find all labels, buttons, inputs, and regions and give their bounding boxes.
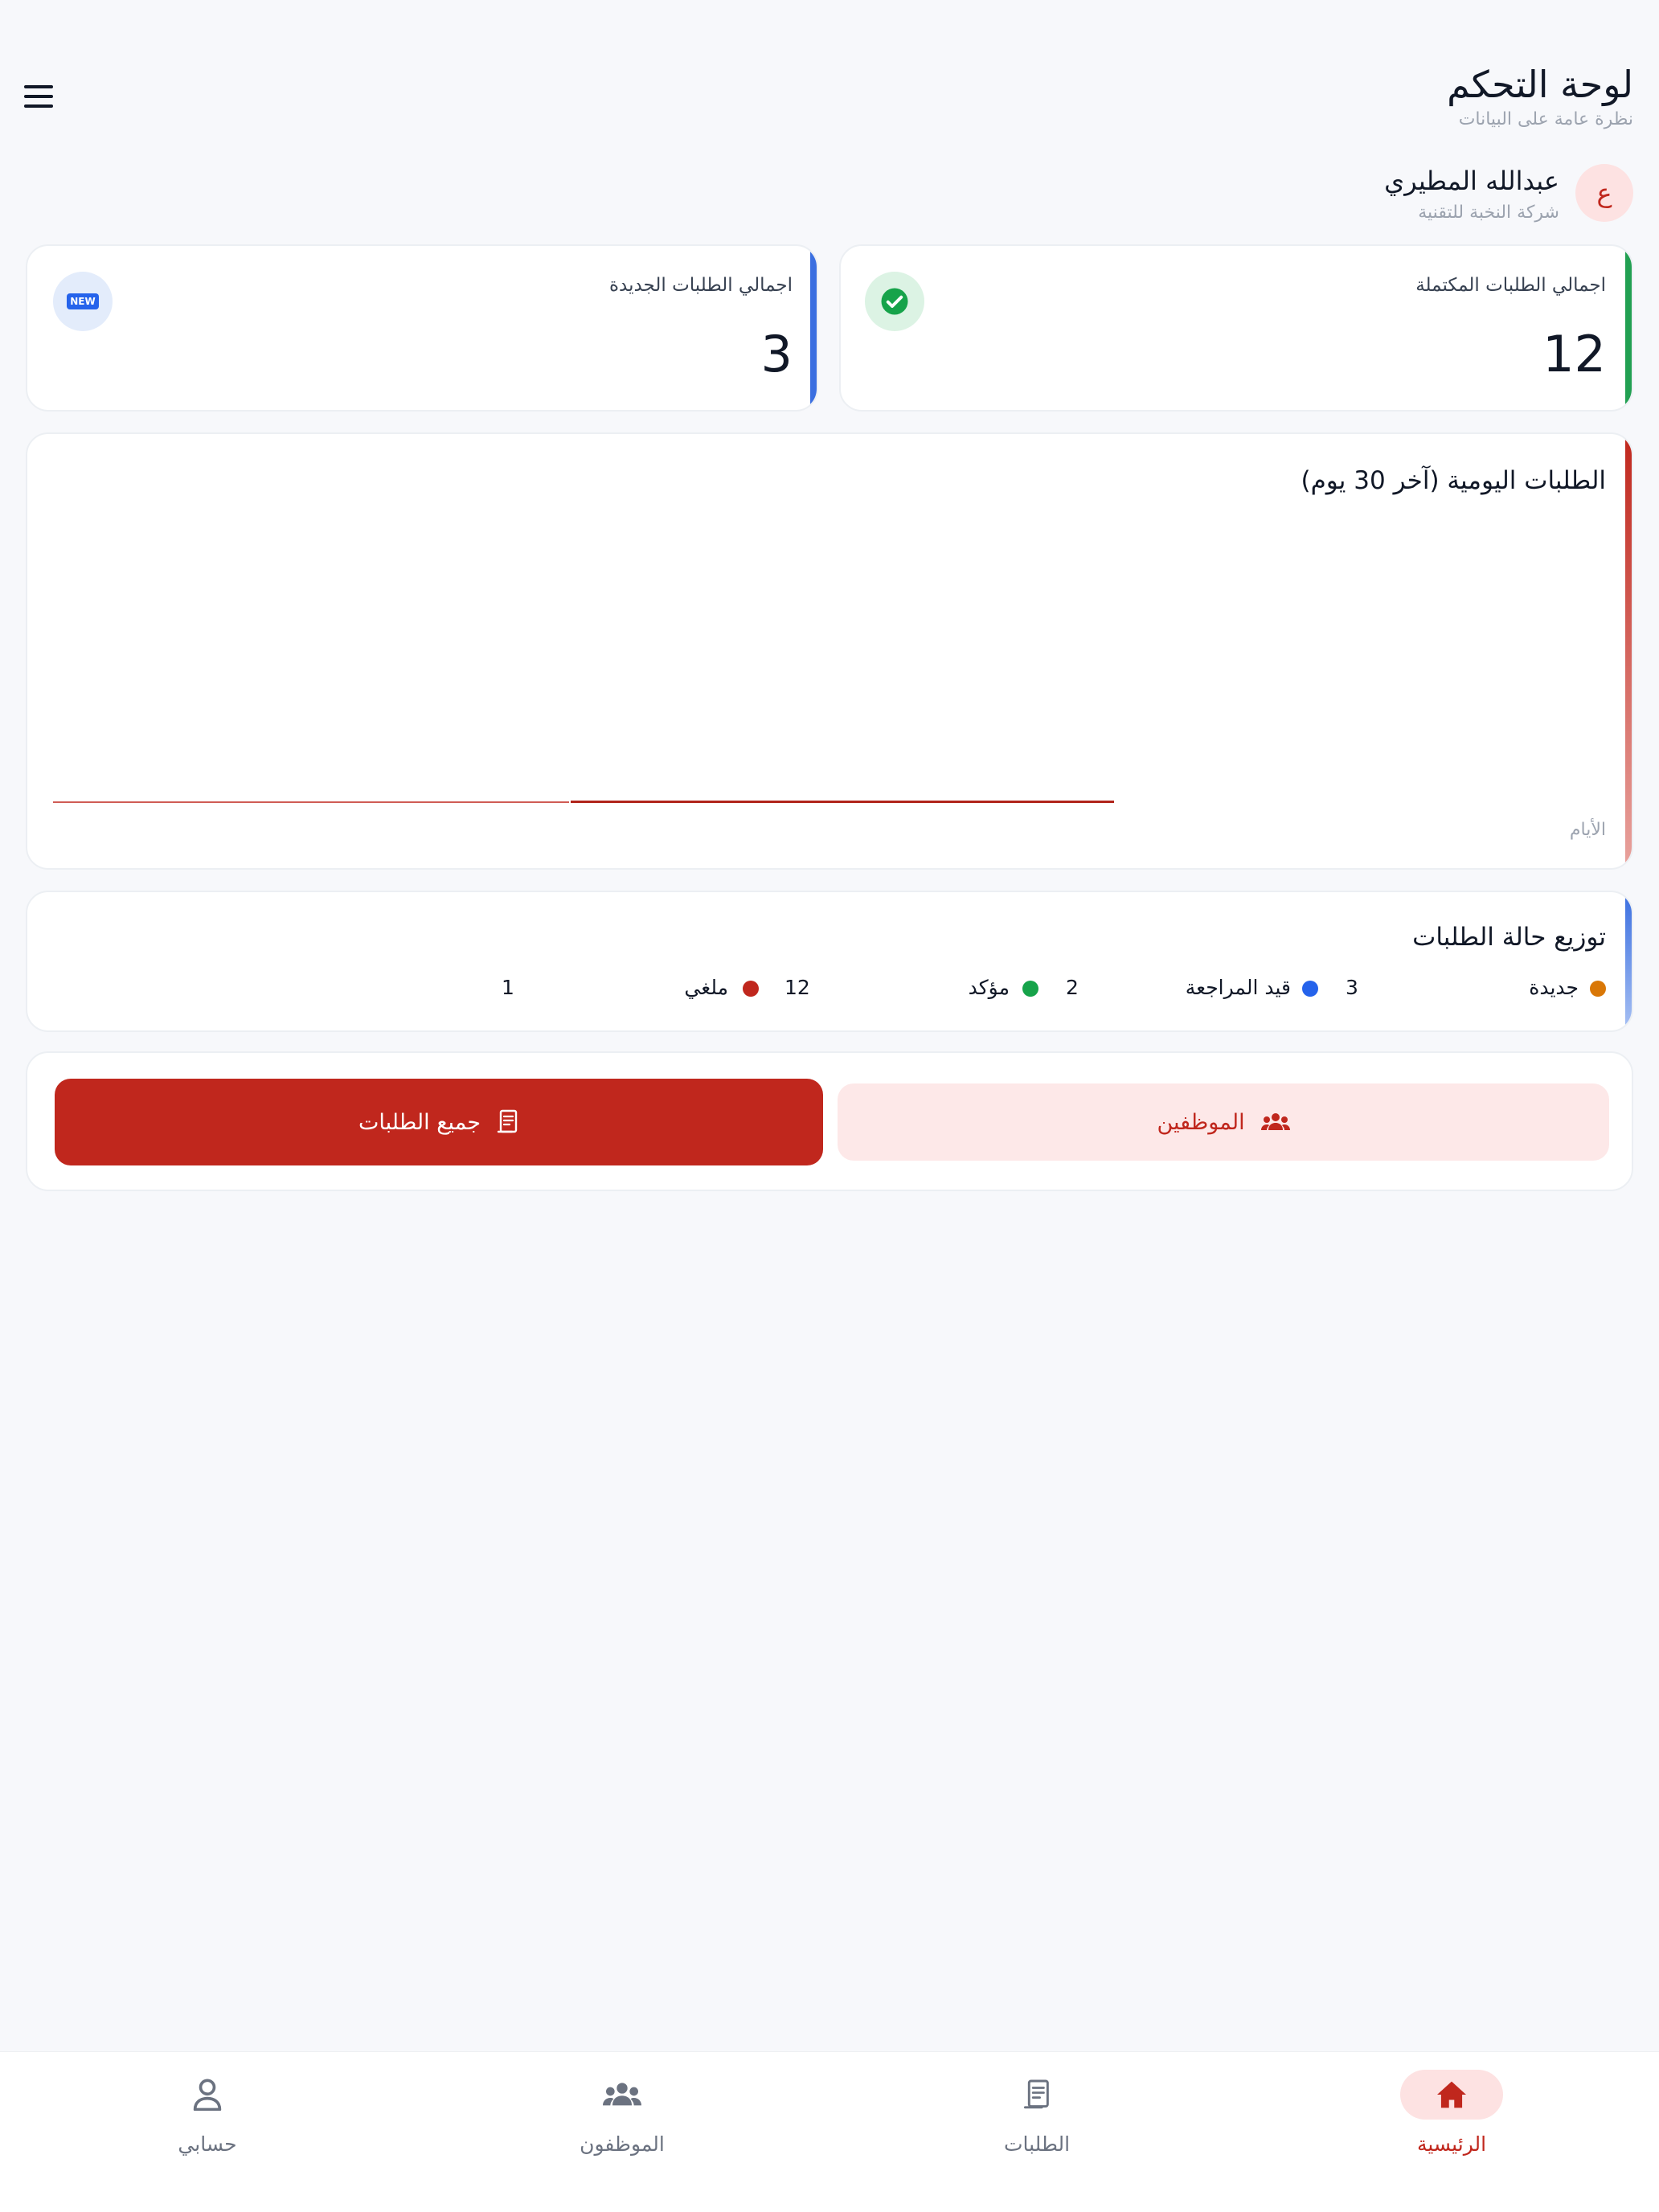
new-badge-icon: NEW [53, 272, 113, 331]
people-icon [1260, 1113, 1290, 1130]
check-circle-icon [865, 272, 924, 331]
card-accent [1625, 246, 1632, 410]
chart-x-axis-label: الأيام [1569, 820, 1606, 840]
employees-button[interactable]: الموظفين [838, 1083, 1609, 1161]
legend-label-under-review: قيد المراجعة [1185, 976, 1291, 999]
stat-label-completed: اجمالي الطلبات المكتملة [1415, 275, 1606, 296]
stat-card-new: اجمالي الطلبات الجديدة 3 NEW [26, 244, 818, 412]
nav-label-account: حسابي [178, 2132, 237, 2156]
stat-value-new: 3 [760, 325, 793, 383]
all-orders-button-label: جميع الطلبات [358, 1109, 481, 1135]
legend-value-under-review: 2 [1066, 976, 1079, 999]
all-orders-button[interactable]: جميع الطلبات [55, 1079, 823, 1165]
status-distribution-card: توزيع حالة الطلبات جديدة 3 قيد المراجعة … [26, 891, 1633, 1032]
person-icon [193, 2079, 222, 2111]
page-subtitle: نظرة عامة على البيانات [1458, 109, 1633, 129]
daily-chart-title: الطلبات اليومية (آخر 30 يوم) [1301, 466, 1606, 495]
legend-dot-confirmed [1022, 981, 1038, 997]
receipt-icon [497, 1109, 518, 1133]
card-accent [1625, 892, 1632, 1030]
stat-card-completed: اجمالي الطلبات المكتملة 12 [839, 244, 1633, 412]
status-distribution-title: توزيع حالة الطلبات [1412, 923, 1606, 952]
nav-item-home[interactable]: الرئيسية [1244, 2052, 1659, 2212]
employees-button-label: الموظفين [1157, 1109, 1245, 1135]
nav-label-employees: الموظفون [580, 2132, 665, 2156]
nav-account-indicator [156, 2070, 259, 2120]
bottom-navigation: الرئيسية الطلبات الموظفون حسابي [0, 2051, 1659, 2212]
page-title: لوحة التحكم [1447, 63, 1633, 106]
legend-dot-new [1590, 981, 1606, 997]
nav-orders-indicator [985, 2070, 1088, 2120]
daily-orders-chart [53, 801, 1114, 803]
new-badge-text: NEW [67, 293, 99, 309]
legend-value-confirmed: 12 [784, 976, 810, 999]
card-accent [810, 246, 817, 410]
user-name: عبدالله المطيري [1384, 166, 1559, 196]
nav-employees-indicator [571, 2070, 674, 2120]
nav-home-indicator [1400, 2070, 1503, 2120]
legend-dot-under-review [1302, 981, 1318, 997]
avatar: ع [1575, 164, 1633, 222]
stat-label-new: اجمالي الطلبات الجديدة [608, 275, 793, 296]
legend-label-confirmed: مؤكد [968, 976, 1010, 999]
home-icon [1437, 2081, 1466, 2108]
legend-value-cancelled: 1 [502, 976, 514, 999]
daily-orders-chart-card: الطلبات اليومية (آخر 30 يوم) الأيام [26, 432, 1633, 870]
legend-label-new: جديدة [1529, 976, 1579, 999]
people-icon [603, 2083, 641, 2106]
user-company: شركة النخبة للتقنية [1418, 203, 1559, 223]
card-accent [1625, 434, 1632, 868]
menu-button[interactable] [23, 80, 55, 113]
legend-label-cancelled: ملغي [684, 976, 728, 999]
stat-value-completed: 12 [1542, 325, 1606, 383]
actions-card: الموظفين جميع الطلبات [26, 1051, 1633, 1191]
nav-item-employees[interactable]: الموظفون [415, 2052, 830, 2212]
nav-item-orders[interactable]: الطلبات [830, 2052, 1244, 2212]
nav-label-home: الرئيسية [1416, 2132, 1487, 2156]
legend-value-new: 3 [1346, 976, 1358, 999]
nav-item-account[interactable]: حسابي [0, 2052, 415, 2212]
nav-label-orders: الطلبات [1003, 2132, 1071, 2156]
receipt-icon [1023, 2079, 1049, 2109]
legend-dot-cancelled [743, 981, 759, 997]
